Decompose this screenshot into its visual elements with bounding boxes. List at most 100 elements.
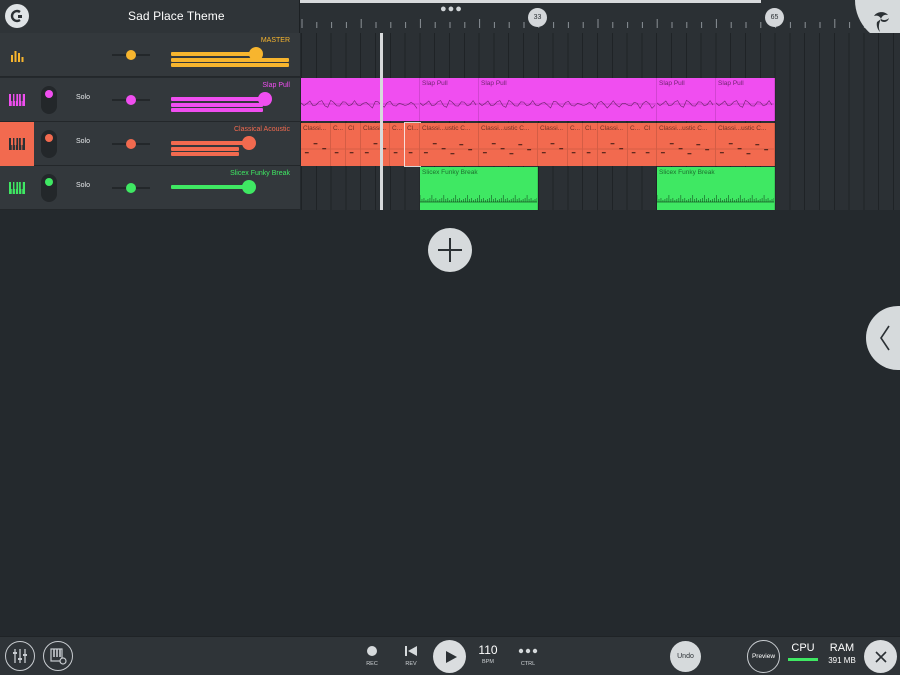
pattern-clip[interactable]: Cl	[346, 123, 361, 166]
add-track-button[interactable]	[428, 228, 472, 272]
pattern-clip[interactable]: Classi...ustic C...	[479, 123, 538, 166]
pattern-clip[interactable]: Classi...ustic C...	[420, 123, 479, 166]
pattern-clip[interactable]: C...	[390, 123, 405, 166]
pattern-clip[interactable]: Cl	[642, 123, 657, 166]
lane-slicex-funky-break[interactable]: Slicex Funky Break Slicex Funky Break	[301, 166, 900, 210]
pan-slider[interactable]	[112, 50, 150, 60]
pattern-clip[interactable]: C...	[331, 123, 346, 166]
mixer-levels-icon	[11, 51, 24, 62]
playlist-area[interactable]: Slap Pull Slap Pull Slap Pull Slap Pull Cla…	[301, 33, 900, 210]
mixer-sliders-icon	[13, 649, 27, 663]
side-panel-toggle[interactable]	[866, 306, 900, 370]
volume-slider[interactable]	[171, 136, 289, 156]
solo-button[interactable]: Solo	[76, 94, 90, 101]
solo-button[interactable]: Solo	[76, 138, 90, 145]
track-icon-button[interactable]	[0, 122, 34, 166]
more-dots-icon	[518, 648, 538, 654]
pan-slider[interactable]	[112, 183, 150, 193]
clip-notes	[716, 143, 774, 155]
pattern-clip[interactable]: Classi...	[301, 123, 331, 166]
pattern-clip[interactable]: Slap Pull	[657, 78, 716, 121]
close-button[interactable]	[864, 640, 897, 673]
pan-knob[interactable]	[126, 183, 136, 193]
track-header-slap-pull[interactable]: Solo Slap Pull	[0, 78, 300, 122]
track-header-slicex-funky-break[interactable]: Solo Slicex Funky Break	[0, 166, 300, 210]
pattern-clip[interactable]: Cl...	[404, 122, 421, 167]
lane-classical-acoustic[interactable]: Classi... C... Cl Classi... C... Cl... Classi.…	[301, 122, 900, 167]
lane-master[interactable]	[301, 33, 900, 77]
pattern-clip[interactable]: Classi...	[538, 123, 568, 166]
clip-waveform	[479, 99, 656, 109]
clip-notes	[405, 148, 419, 154]
pattern-clip[interactable]: Classi...ustic C...	[716, 123, 775, 166]
pattern-clip[interactable]: Cl...	[583, 123, 598, 166]
volume-knob[interactable]	[242, 136, 256, 150]
pattern-clip[interactable]: C...	[568, 123, 583, 166]
pan-knob[interactable]	[126, 50, 136, 60]
level-meter-bar	[171, 103, 263, 107]
pan-knob[interactable]	[126, 95, 136, 105]
timeline-ruler[interactable]: ●●● 33 65	[300, 0, 900, 33]
skip-back-icon	[405, 646, 417, 656]
control-menu-button[interactable]: CTRL	[513, 642, 543, 672]
mute-toggle[interactable]	[41, 86, 57, 114]
clip-label: Classi...	[303, 125, 327, 132]
clip-label: C...	[333, 125, 344, 132]
pattern-clip[interactable]: Slicex Funky Break	[657, 167, 775, 210]
lane-slap-pull[interactable]: Slap Pull Slap Pull Slap Pull Slap Pull	[301, 77, 900, 121]
pan-slider[interactable]	[112, 95, 150, 105]
ruler-ticks	[301, 19, 895, 28]
volume-slider[interactable]	[171, 92, 289, 112]
volume-slider[interactable]	[171, 180, 289, 200]
pattern-clip[interactable]: Slap Pull	[716, 78, 775, 121]
clip-label: Slicex Funky Break	[659, 169, 715, 176]
undo-button[interactable]: Undo	[670, 641, 701, 672]
track-header-classical-acoustic[interactable]: Solo Classical Acoustic	[0, 122, 300, 166]
mute-toggle[interactable]	[41, 130, 57, 158]
pattern-clip[interactable]: Classi...ustic C...	[657, 123, 716, 166]
volume-knob[interactable]	[257, 92, 272, 106]
mute-toggle[interactable]	[41, 174, 57, 202]
playhead[interactable]	[380, 33, 383, 210]
mixer-button[interactable]	[5, 641, 35, 671]
bar-marker[interactable]: 33	[528, 8, 547, 27]
track-header-master[interactable]: MASTER	[0, 33, 300, 77]
pattern-clip[interactable]	[301, 78, 420, 121]
clip-label: C...	[392, 125, 403, 132]
instrument-settings-button[interactable]	[43, 641, 73, 671]
play-button[interactable]	[433, 640, 466, 673]
volume-bar	[171, 185, 249, 189]
clip-notes	[479, 143, 537, 155]
plus-icon	[438, 238, 462, 262]
preview-button[interactable]: Preview	[747, 640, 780, 673]
track-icon-button[interactable]	[0, 166, 34, 210]
track-icon-button[interactable]	[0, 33, 34, 77]
pattern-clip[interactable]: C...	[628, 123, 643, 166]
app-menu-button[interactable]	[5, 4, 29, 28]
pattern-clip[interactable]: Slicex Funky Break	[420, 167, 538, 210]
tempo-control[interactable]: 110 BPM	[474, 643, 502, 665]
clip-label: Slicex Funky Break	[422, 169, 478, 176]
volume-bar	[171, 52, 257, 56]
record-button[interactable]: REC	[357, 642, 387, 672]
fruit-logo-icon	[873, 12, 889, 32]
volume-knob[interactable]	[242, 180, 256, 194]
pan-slider[interactable]	[112, 139, 150, 149]
track-name: Slicex Funky Break	[230, 170, 290, 177]
rewind-button[interactable]: REV	[396, 642, 426, 672]
pattern-clip[interactable]: Slap Pull	[479, 78, 657, 121]
level-meter-bar	[171, 58, 289, 62]
pan-knob[interactable]	[126, 139, 136, 149]
tempo-label: BPM	[482, 659, 494, 665]
mute-led	[45, 134, 53, 142]
pattern-clip[interactable]: Classi...	[361, 123, 390, 166]
clip-waveform	[657, 99, 715, 108]
bar-marker[interactable]: 65	[765, 8, 784, 27]
clip-label: C...	[570, 125, 581, 132]
track-icon-button[interactable]	[0, 78, 34, 122]
pattern-clip[interactable]: Classi...	[598, 123, 628, 166]
cpu-meter-bar	[788, 658, 818, 661]
solo-button[interactable]: Solo	[76, 182, 90, 189]
pattern-clip[interactable]: Slap Pull	[420, 78, 479, 121]
volume-slider[interactable]	[171, 47, 289, 67]
